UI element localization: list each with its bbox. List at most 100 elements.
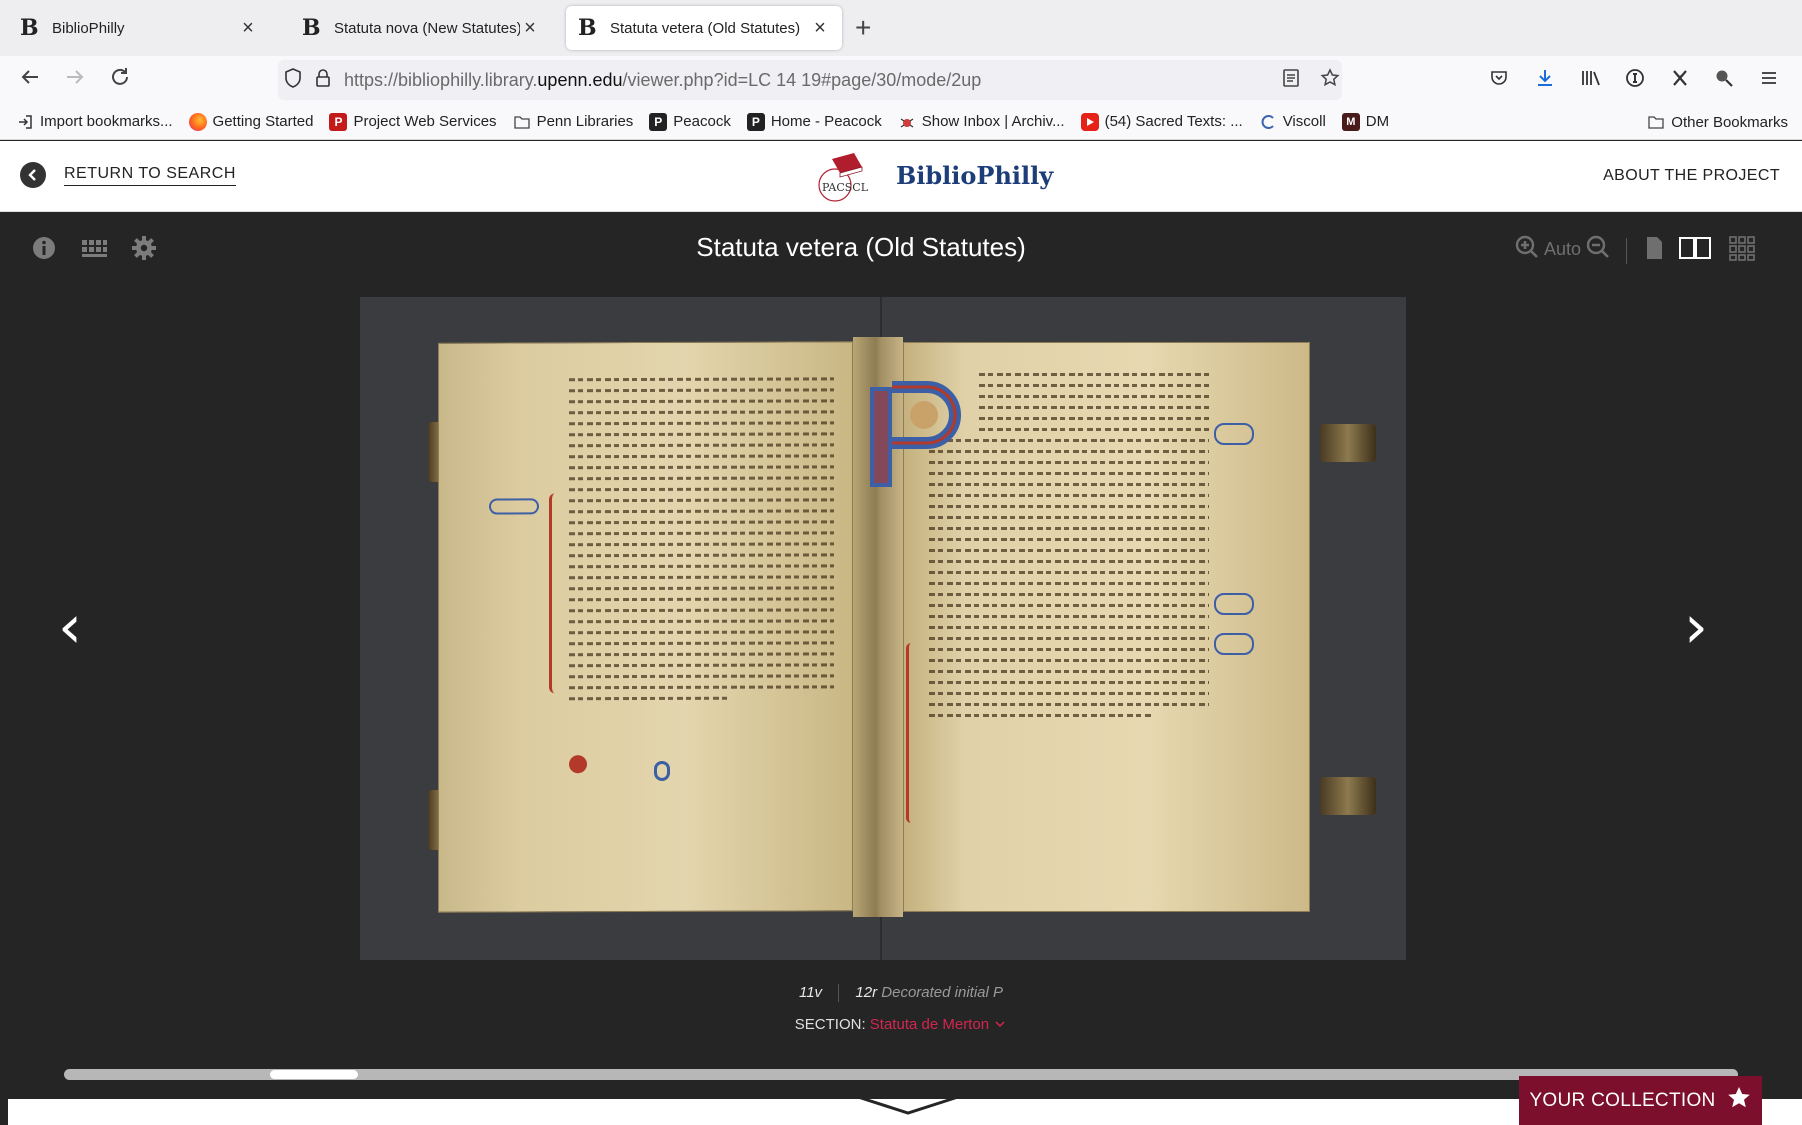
left-text-block bbox=[569, 377, 834, 708]
lock-icon[interactable] bbox=[308, 68, 338, 93]
menu-icon[interactable] bbox=[1754, 68, 1784, 94]
bookmark-item[interactable]: Getting Started bbox=[188, 112, 314, 131]
book-clasp bbox=[1320, 777, 1376, 815]
zoom-out-icon[interactable] bbox=[1585, 234, 1611, 265]
p-black-icon: P bbox=[746, 112, 765, 131]
chevron-down-icon[interactable] bbox=[848, 1091, 968, 1117]
bookmark-label: Import bookmarks... bbox=[40, 113, 173, 130]
zoom-controls: Auto bbox=[1514, 234, 1611, 265]
p-black-icon: P bbox=[649, 112, 668, 131]
page-slider[interactable] bbox=[64, 1069, 1738, 1080]
grid-view-icon[interactable] bbox=[1728, 234, 1756, 262]
tab-statuta-vetera[interactable]: B Statuta vetera (Old Statutes) × bbox=[566, 6, 842, 50]
red-flourish bbox=[906, 643, 916, 823]
tab-statuta-nova[interactable]: B Statuta nova (New Statutes) × bbox=[290, 6, 552, 50]
url-text[interactable]: https://bibliophilly.library.upenn.edu/v… bbox=[344, 70, 981, 91]
zotero-icon[interactable] bbox=[1665, 68, 1695, 94]
bookmark-label: (54) Sacred Texts: ... bbox=[1104, 113, 1243, 130]
youtube-icon bbox=[1080, 112, 1099, 131]
pacscl-logo-icon[interactable]: PACSCL bbox=[818, 151, 884, 203]
bookmark-item[interactable]: Import bookmarks... bbox=[16, 113, 173, 131]
logo-badge: PACSCL bbox=[822, 181, 869, 194]
bookmark-label: DM bbox=[1365, 113, 1390, 130]
extension-search-icon[interactable] bbox=[1709, 68, 1739, 94]
next-page-arrow[interactable]: › bbox=[1684, 597, 1708, 657]
bug-icon bbox=[898, 113, 916, 131]
section-selector[interactable]: SECTION: Statuta de Merton bbox=[0, 1016, 1802, 1033]
bookmark-item[interactable]: P Peacock bbox=[649, 112, 731, 131]
folder-icon bbox=[513, 113, 531, 131]
bookmark-label: Peacock bbox=[673, 113, 731, 130]
bookmark-label: Viscoll bbox=[1282, 113, 1326, 130]
new-tab-icon[interactable]: + bbox=[855, 12, 871, 44]
left-folio-11v[interactable] bbox=[438, 341, 853, 913]
blue-flourish bbox=[489, 498, 539, 515]
bookmark-item[interactable]: M DM bbox=[1341, 112, 1390, 131]
return-arrow-icon[interactable] bbox=[20, 162, 46, 188]
download-icon[interactable] bbox=[1530, 68, 1560, 94]
bookmark-label: Show Inbox | Archiv... bbox=[921, 113, 1065, 130]
other-bookmarks[interactable]: Other Bookmarks bbox=[1647, 113, 1788, 131]
bibliophilly-favicon-icon: B bbox=[578, 15, 597, 41]
bookmark-item[interactable]: Penn Libraries bbox=[513, 113, 633, 131]
viscoll-icon bbox=[1259, 113, 1277, 131]
folder-icon bbox=[1647, 113, 1665, 131]
single-page-view-icon[interactable] bbox=[1640, 234, 1668, 262]
blue-flourish bbox=[654, 760, 670, 781]
bookmark-item[interactable]: P Project Web Services bbox=[329, 112, 497, 131]
p-red-icon: P bbox=[329, 112, 348, 131]
zoom-in-icon[interactable] bbox=[1514, 234, 1540, 265]
dm-icon: M bbox=[1341, 112, 1360, 131]
reload-icon[interactable] bbox=[105, 66, 135, 94]
extension-info-icon[interactable] bbox=[1620, 68, 1650, 94]
close-tab-icon[interactable]: × bbox=[810, 17, 830, 40]
book-clasp bbox=[1320, 424, 1376, 462]
bookmark-item[interactable]: (54) Sacred Texts: ... bbox=[1080, 112, 1243, 131]
firefox-icon bbox=[188, 112, 207, 131]
site-logo-text[interactable]: BiblioPhilly bbox=[896, 161, 1053, 190]
blue-flourish bbox=[1214, 593, 1254, 615]
url-bar[interactable]: https://bibliophilly.library.upenn.edu/v… bbox=[278, 60, 1342, 100]
page-slider-thumb[interactable] bbox=[270, 1070, 358, 1079]
bookmark-item[interactable]: Show Inbox | Archiv... bbox=[898, 113, 1065, 131]
star-icon bbox=[1726, 1085, 1752, 1117]
bookmark-label: Getting Started bbox=[212, 113, 314, 130]
viewer-title: Statuta vetera (Old Statutes) bbox=[696, 232, 1026, 262]
bookmark-item[interactable]: P Home - Peacock bbox=[746, 112, 882, 131]
shield-icon[interactable] bbox=[278, 67, 308, 93]
bookmarks-toolbar: Import bookmarks... Getting Started P Pr… bbox=[0, 104, 1802, 140]
close-tab-icon[interactable]: × bbox=[238, 17, 258, 40]
close-tab-icon[interactable]: × bbox=[520, 17, 540, 40]
decorated-initial-p bbox=[862, 377, 972, 492]
book-viewer: Statuta vetera (Old Statutes) Auto ‹ › 1… bbox=[0, 212, 1802, 1125]
browser-tab-bar: B BiblioPhilly × B Statuta nova (New Sta… bbox=[0, 0, 1802, 56]
bookmark-label: Other Bookmarks bbox=[1671, 113, 1788, 131]
tab-bibliophilly[interactable]: B BiblioPhilly × bbox=[8, 6, 270, 50]
page-caption: 11v 12r Decorated initial P bbox=[0, 984, 1802, 1003]
section-value[interactable]: Statuta de Merton bbox=[870, 1016, 989, 1033]
chevron-down-icon[interactable] bbox=[993, 1016, 1007, 1033]
previous-page-arrow[interactable]: ‹ bbox=[58, 597, 82, 657]
toolbar-divider bbox=[1626, 238, 1627, 264]
reader-view-icon[interactable] bbox=[1281, 68, 1301, 94]
back-icon[interactable] bbox=[15, 66, 45, 94]
your-collection-button[interactable]: YOUR COLLECTION bbox=[1519, 1076, 1762, 1125]
section-label: SECTION: bbox=[794, 1016, 866, 1033]
about-the-project-link[interactable]: ABOUT THE PROJECT bbox=[1603, 167, 1780, 185]
forward-icon[interactable] bbox=[60, 66, 90, 94]
bookmark-label: Project Web Services bbox=[353, 113, 497, 130]
bookmark-star-icon[interactable] bbox=[1320, 68, 1340, 94]
return-to-search-link[interactable]: RETURN TO SEARCH bbox=[64, 165, 236, 186]
browser-nav-bar: https://bibliophilly.library.upenn.edu/v… bbox=[0, 56, 1802, 104]
tab-title: BiblioPhilly bbox=[52, 19, 125, 37]
zoom-level[interactable]: Auto bbox=[1544, 239, 1581, 260]
bookmark-item[interactable]: Viscoll bbox=[1259, 113, 1326, 131]
bookmark-label: Home - Peacock bbox=[770, 113, 882, 130]
caption-divider bbox=[838, 984, 840, 1003]
blue-flourish bbox=[1214, 423, 1254, 445]
pocket-icon[interactable] bbox=[1484, 68, 1514, 94]
two-page-view-icon[interactable] bbox=[1678, 234, 1712, 262]
blue-flourish bbox=[1214, 633, 1254, 655]
right-page-number: 12r bbox=[855, 984, 878, 1001]
library-icon[interactable] bbox=[1576, 68, 1606, 94]
